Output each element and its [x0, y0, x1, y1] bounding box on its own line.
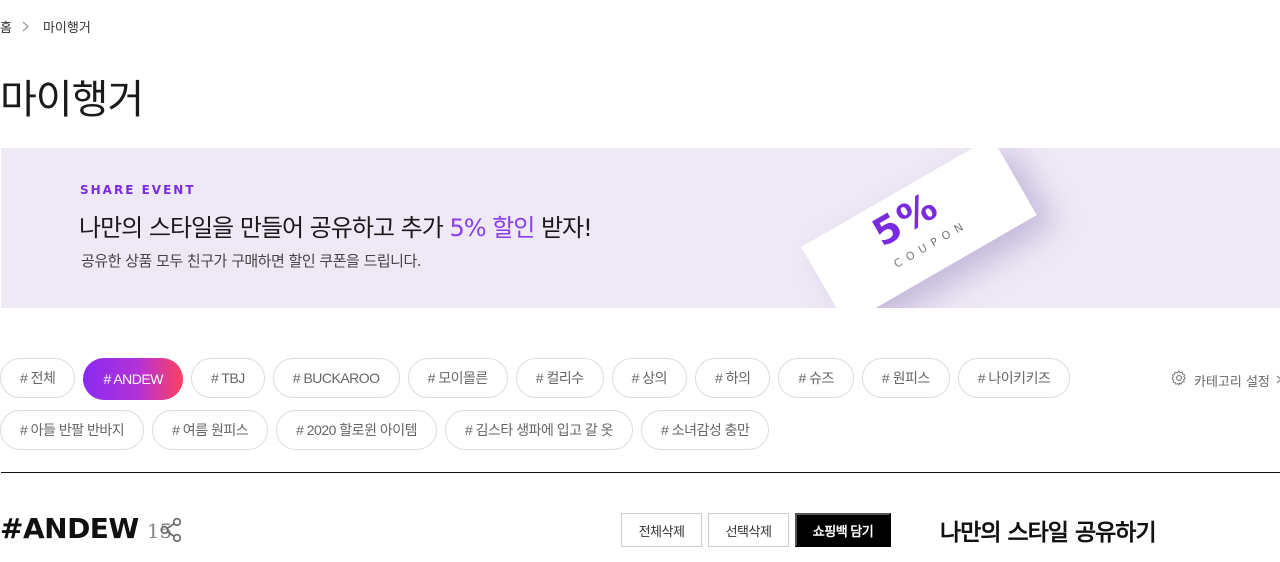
- banner-headline: 나만의 스타일을 만들어 공유하고 추가 5% 할인 받자!: [79, 208, 593, 243]
- delete-selected-button[interactable]: 선택삭제: [708, 513, 789, 547]
- share-icon[interactable]: [159, 517, 183, 543]
- gear-icon: [1170, 369, 1188, 391]
- share-style-heading: 나만의 스타일 공유하기: [940, 520, 1157, 546]
- banner-headline-post: 받자!: [534, 214, 593, 242]
- tag-birthday-party-outfit[interactable]: # 김스타 생파에 입고 갈 옷: [444, 410, 634, 450]
- breadcrumb-current: 마이행거: [42, 20, 91, 36]
- banner-eyebrow: SHARE EVENT: [80, 183, 196, 197]
- tag-bottoms[interactable]: # 하의: [695, 358, 771, 398]
- tag-tbj[interactable]: # TBJ: [190, 358, 265, 398]
- tag-girly-mood[interactable]: # 소녀감성 충만: [641, 410, 770, 450]
- delete-all-button[interactable]: 전체삭제: [621, 513, 702, 547]
- tag-all[interactable]: # 전체: [0, 358, 76, 398]
- chevron-right-icon: [22, 21, 29, 32]
- tag-summer-dress[interactable]: # 여름 원피스: [152, 410, 269, 450]
- add-to-shopping-bag-button[interactable]: 쇼핑백 담기: [795, 513, 891, 547]
- tag-buckaroo[interactable]: # BUCKAROO: [272, 358, 400, 398]
- page-title: 마이행거: [0, 77, 144, 123]
- coupon-illustration: 5% COUPON: [781, 148, 1061, 308]
- tag-nike-kids[interactable]: # 나이키키즈: [957, 358, 1071, 398]
- tag-boys-summer-shorts[interactable]: # 아들 반팔 반바지: [0, 410, 145, 450]
- tag-tops[interactable]: # 상의: [611, 358, 688, 398]
- category-setting-label: 카테고리 설정: [1194, 374, 1270, 390]
- category-setting-link[interactable]: 카테고리 설정: [1170, 369, 1280, 391]
- share-event-banner[interactable]: SHARE EVENT 나만의 스타일을 만들어 공유하고 추가 5% 할인 받…: [1, 148, 1280, 308]
- tag-halloween-2020[interactable]: # 2020 할로윈 아이템: [276, 410, 437, 450]
- tag-dresses[interactable]: # 원피스: [861, 358, 950, 398]
- breadcrumb-home[interactable]: 홈: [0, 17, 12, 36]
- hashtag-filter-list: # 전체 # ANDEW # TBJ # BUCKAROO # 모이몰른 # 컬…: [0, 358, 1100, 462]
- tag-row-2: # 아들 반팔 반바지 # 여름 원피스 # 2020 할로윈 아이템 # 김스…: [0, 410, 1100, 452]
- banner-headline-highlight: 5% 할인: [449, 214, 535, 242]
- list-heading: #ANDEW 15: [0, 512, 172, 545]
- tag-shoes[interactable]: # 슈즈: [778, 358, 854, 398]
- breadcrumb: 홈 마이행거: [0, 16, 91, 36]
- tag-andew[interactable]: # ANDEW: [83, 358, 183, 400]
- tag-curlysue[interactable]: # 컬리수: [515, 358, 604, 398]
- chevron-right-icon: [1276, 373, 1280, 388]
- tag-moimolln[interactable]: # 모이몰른: [407, 358, 508, 398]
- banner-subtext: 공유한 상품 모두 친구가 구매하면 할인 쿠폰을 드립니다.: [81, 252, 422, 270]
- list-title: #ANDEW: [0, 512, 139, 545]
- coupon-ticket: 5% COUPON: [801, 148, 1037, 308]
- section-divider: [1, 472, 1280, 473]
- tag-row-1: # 전체 # ANDEW # TBJ # BUCKAROO # 모이몰른 # 컬…: [0, 358, 1100, 400]
- banner-headline-pre: 나만의 스타일을 만들어 공유하고 추가: [79, 214, 450, 242]
